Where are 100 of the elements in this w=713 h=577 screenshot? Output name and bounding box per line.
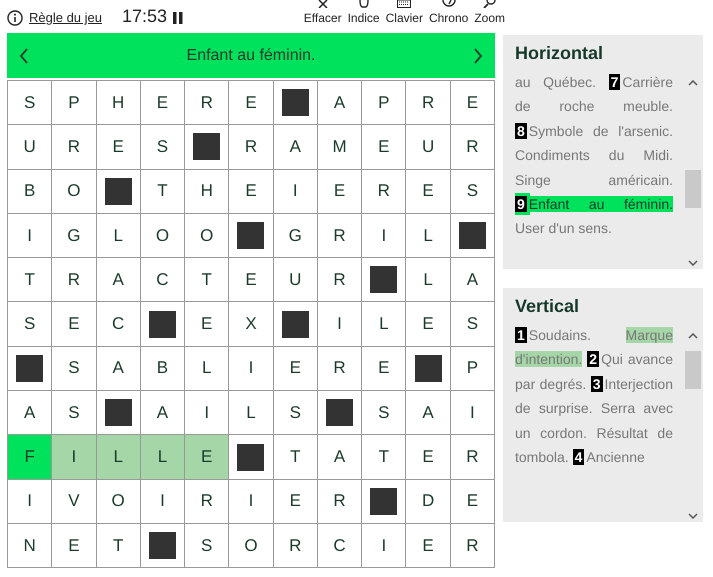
grid-cell[interactable]: T [185,258,230,302]
grid-cell[interactable]: T [274,435,318,480]
scrollbar-thumb[interactable] [685,351,701,389]
grid-cell[interactable]: A [406,391,451,436]
grid-cell[interactable]: S [185,524,230,568]
grid-cell[interactable]: E [406,524,451,568]
grid-cell[interactable]: E [274,480,318,524]
grid-cell[interactable]: I [450,391,495,436]
grid-cell[interactable]: H [185,170,230,214]
toolbar-button[interactable]: Chrono [428,0,468,25]
grid-cell[interactable]: H [96,81,141,126]
grid-cell[interactable]: E [52,524,97,568]
grid-cell[interactable]: E [406,435,451,480]
grid-cell[interactable]: O [140,214,186,258]
grid-cell[interactable]: T [96,524,141,568]
grid-cell[interactable]: L [96,214,141,258]
grid-cell[interactable]: S [52,346,97,392]
caret-up-icon[interactable] [688,80,698,86]
toolbar-button[interactable]: Zoom [474,0,505,25]
grid-cell[interactable]: F [8,435,52,480]
grid-cell[interactable]: E [229,258,274,302]
grid-cell[interactable]: E [406,302,451,347]
grid-cell[interactable]: R [185,81,230,126]
grid-cell[interactable]: E [362,125,406,170]
grid-cell[interactable]: P [362,81,406,126]
grid-cell[interactable]: A [274,125,318,170]
grid-cell[interactable]: R [450,125,495,170]
caret-down-icon[interactable] [688,513,698,519]
grid-cell[interactable]: U [406,125,451,170]
grid-cell[interactable]: R [318,480,362,524]
grid-cell[interactable]: A [318,435,362,480]
grid-cell[interactable]: C [140,258,186,302]
grid-cell[interactable]: A [96,346,141,392]
grid-cell[interactable]: R [362,170,406,214]
grid-cell[interactable]: O [185,214,230,258]
grid-cell[interactable]: R [450,524,495,568]
grid-cell[interactable]: P [52,81,97,126]
grid-cell[interactable]: T [8,258,52,302]
grid-cell[interactable]: R [52,258,97,302]
grid-cell[interactable]: I [362,214,406,258]
grid-cell[interactable]: S [140,125,186,170]
grid-cell[interactable]: C [96,302,141,347]
toolbar-button[interactable]: Effacer [304,0,342,25]
grid-cell[interactable]: R [185,480,230,524]
grid-cell[interactable]: S [8,81,52,126]
grid-cell[interactable]: E [140,81,186,126]
grid-cell[interactable]: I [140,480,186,524]
grid-cell[interactable]: S [274,391,318,436]
chevron-left-icon[interactable] [19,48,29,64]
grid-cell[interactable]: M [318,125,362,170]
grid-cell[interactable]: R [406,81,451,126]
caret-up-icon[interactable] [688,333,698,339]
grid-cell[interactable]: L [406,214,451,258]
grid-cell[interactable]: E [450,480,495,524]
grid-cell[interactable]: I [362,524,406,568]
grid-cell[interactable]: G [52,214,97,258]
grid-cell[interactable]: R [229,125,274,170]
grid-cell[interactable]: R [318,214,362,258]
grid-cell[interactable]: C [318,524,362,568]
grid-cell[interactable]: R [318,258,362,302]
grid-cell[interactable]: N [8,524,52,568]
grid-cell[interactable]: L [229,391,274,436]
grid-cell[interactable]: E [96,125,141,170]
grid-cell[interactable]: E [362,346,406,392]
grid-cell[interactable]: O [96,480,141,524]
grid-cell[interactable]: E [274,346,318,392]
grid-cell[interactable]: U [274,258,318,302]
grid-cell[interactable]: L [140,435,186,480]
grid-cell[interactable]: A [96,258,141,302]
grid-cell[interactable]: A [450,258,495,302]
grid-cell[interactable]: S [450,302,495,347]
grid-cell[interactable]: V [52,480,97,524]
grid-cell[interactable]: T [140,170,186,214]
grid-cell[interactable]: S [8,302,52,347]
grid-cell[interactable]: L [362,302,406,347]
grid-cell[interactable]: L [185,346,230,392]
grid-cell[interactable]: L [96,435,141,480]
grid-cell[interactable]: I [318,302,362,347]
grid-cell[interactable]: G [274,214,318,258]
scrollbar-thumb[interactable] [685,170,701,208]
pause-icon[interactable] [173,12,184,24]
chevron-right-icon[interactable] [473,48,483,64]
grid-cell[interactable]: L [406,258,451,302]
grid-cell[interactable]: R [52,125,97,170]
grid-cell[interactable]: I [52,435,97,480]
grid-cell[interactable]: R [450,435,495,480]
grid-cell[interactable]: T [362,435,406,480]
grid-cell[interactable]: I [229,480,274,524]
toolbar-button[interactable]: Clavier [386,0,423,25]
grid-cell[interactable]: I [274,170,318,214]
grid-cell[interactable]: X [229,302,274,347]
grid-cell[interactable]: P [450,346,495,392]
caret-down-icon[interactable] [688,260,698,266]
grid-cell[interactable]: E [450,81,495,126]
grid-cell[interactable]: R [318,346,362,392]
grid-cell[interactable]: E [406,170,451,214]
grid-cell[interactable]: O [52,170,97,214]
grid-cell[interactable]: D [406,480,451,524]
grid-cell[interactable]: S [362,391,406,436]
grid-cell[interactable]: U [8,125,52,170]
